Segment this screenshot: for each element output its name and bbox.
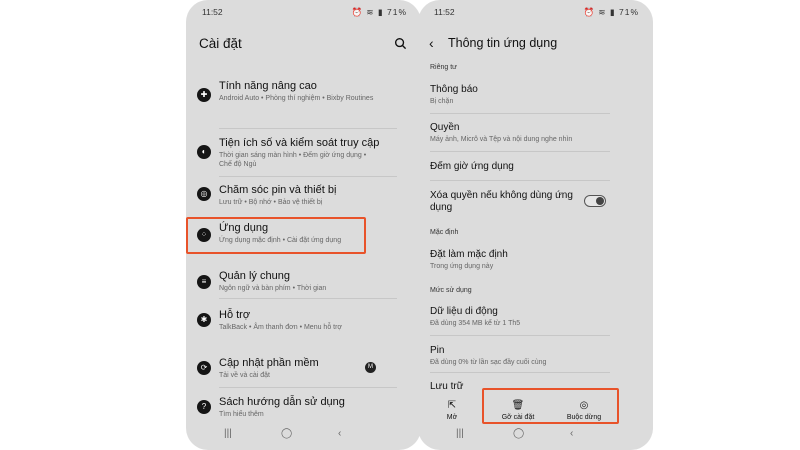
alarm-icon: ⏰ [583, 7, 596, 17]
status-time: 11:52 [202, 7, 223, 17]
page-title: Thông tin ứng dụng [448, 36, 558, 50]
home-icon[interactable]: ◯ [281, 428, 292, 439]
status-time: 11:52 [434, 7, 455, 17]
section-privacy: Riêng tư [430, 64, 457, 71]
signal-icon: ▮ [377, 7, 384, 17]
update-badge: M [365, 362, 376, 373]
battery-level: 71% [386, 7, 407, 17]
recents-icon[interactable]: ||| [224, 428, 232, 439]
page-title: Cài đặt [199, 36, 242, 51]
accessibility-icon: ✱ [197, 313, 211, 327]
advanced-features-icon: ✚ [197, 88, 211, 102]
software-update-icon: ⟳ [197, 361, 211, 375]
search-icon[interactable] [394, 37, 407, 50]
open-button[interactable]: ⇱ Mở [422, 400, 482, 421]
apps-grid-icon: ⁘ [197, 228, 211, 242]
app-remove-permissions[interactable]: Xóa quyền nếu không dùng ứng dụng [430, 190, 575, 214]
device-care-icon: ◎ [197, 187, 211, 201]
section-usage: Mức sử dụng [430, 287, 472, 294]
action-highlight [482, 388, 619, 424]
back-arrow-icon[interactable]: ‹ [429, 35, 434, 51]
app-screen-time[interactable]: Đếm giờ ứng dụng [430, 161, 630, 173]
nav-bar: ||| ◯ ‹ [186, 428, 421, 444]
recents-icon[interactable]: ||| [456, 428, 464, 439]
app-battery[interactable]: Pin Đã dùng 0% từ lần sạc đầy cuối cùng [430, 345, 630, 366]
app-notifications[interactable]: Thông báo Bị chặn [430, 84, 630, 105]
home-icon[interactable]: ◯ [513, 428, 524, 439]
app-set-default[interactable]: Đặt làm mặc định Trong ứng dụng này [430, 249, 630, 270]
remove-permissions-toggle[interactable] [584, 195, 606, 207]
alarm-icon: ⏰ [351, 7, 364, 17]
signal-icon: ▮ [609, 7, 616, 17]
digital-wellbeing-icon: ◐ [197, 145, 211, 159]
section-default: Mặc định [430, 229, 459, 236]
app-permissions[interactable]: Quyền Máy ảnh, Micrô và Tệp và nội dung … [430, 122, 630, 143]
open-external-icon: ⇱ [447, 400, 457, 411]
wifi-icon: ≋ [366, 7, 375, 17]
user-manual-icon: ? [197, 400, 211, 414]
settings-phone: 11:52 ⏰ ≋ ▮ 71% Cài đặt ✚ Tính năng nâng… [186, 0, 421, 450]
back-icon[interactable]: ‹ [570, 428, 573, 439]
app-info-phone: 11:52 ⏰ ≋ ▮ 71% ‹ Thông tin ứng dụng Riê… [418, 0, 653, 450]
status-bar: 11:52 ⏰ ≋ ▮ 71% [418, 5, 653, 19]
back-icon[interactable]: ‹ [338, 428, 341, 439]
wifi-icon: ≋ [598, 7, 607, 17]
status-bar: 11:52 ⏰ ≋ ▮ 71% [186, 5, 421, 19]
nav-bar: ||| ◯ ‹ [418, 428, 653, 444]
general-management-icon: ≡ [197, 275, 211, 289]
battery-level: 71% [618, 7, 639, 17]
app-mobile-data[interactable]: Dữ liệu di động Đã dùng 354 MB kể từ 1 T… [430, 306, 630, 327]
